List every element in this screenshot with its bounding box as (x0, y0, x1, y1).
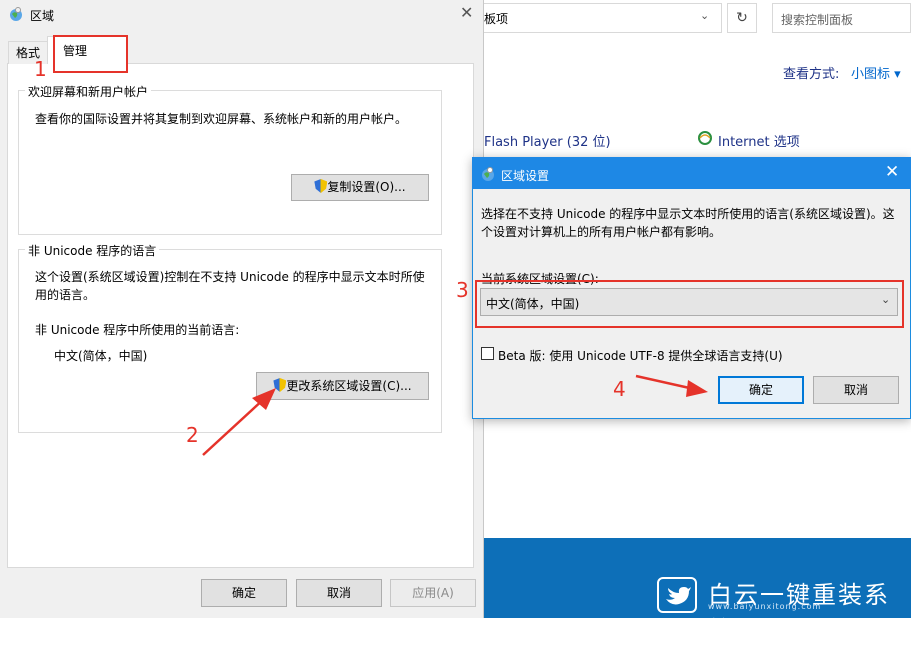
region-globe-icon (10, 7, 22, 21)
ok-button[interactable]: 确定 (201, 579, 287, 607)
copy-settings-button[interactable]: 复制设置(O)... (291, 174, 429, 201)
welcome-group-title: 欢迎屏幕和新用户帐户 (25, 83, 152, 100)
view-by-dropdown[interactable]: 小图标 ▾ (851, 63, 901, 82)
uac-shield-icon (273, 378, 287, 392)
bird-icon (657, 577, 697, 613)
current-language-label: 非 Unicode 程序中所使用的当前语言: (35, 323, 240, 337)
welcome-description: 查看你的国际设置并将其复制到欢迎屏幕、系统帐户和新的用户帐户。 (35, 112, 408, 126)
region-settings-title: 区域设置 (501, 169, 550, 183)
current-language-value: 中文(简体，中国) (54, 349, 148, 363)
internet-options-icon (698, 131, 712, 145)
annotation-box-manage-tab (53, 35, 128, 73)
change-system-locale-button[interactable]: 更改系统区域设置(C)... (256, 372, 429, 400)
region-globe-icon (482, 167, 494, 181)
cp-item-flash[interactable]: Flash Player (32 位) (484, 131, 611, 150)
non-unicode-description: 这个设置(系统区域设置)控制在不支持 Unicode 的程序中显示文本时所使用的… (35, 270, 425, 302)
beta-utf8-label: Beta 版: 使用 Unicode UTF-8 提供全球语言支持(U) (498, 349, 783, 363)
annotation-number-4: 4 (613, 377, 626, 401)
change-system-locale-label: 更改系统区域设置(C)... (286, 379, 412, 393)
annotation-number-3: 3 (456, 278, 469, 302)
close-icon[interactable]: ✕ (885, 162, 899, 182)
annotation-number-2: 2 (186, 423, 199, 447)
beta-utf8-checkbox[interactable] (481, 347, 494, 360)
region-dialog-title: 区域 (30, 9, 55, 23)
annotation-number-1: 1 (34, 57, 47, 81)
uac-shield-icon (314, 179, 328, 193)
search-input[interactable]: 搜索控制面板 (772, 3, 911, 33)
cancel-button[interactable]: 取消 (296, 579, 382, 607)
copy-settings-label: 复制设置(O)... (327, 180, 406, 194)
close-icon[interactable]: ✕ (460, 3, 473, 22)
view-by-label: 查看方式: (783, 67, 840, 82)
watermark-url: www.baiyunxitong.com (708, 602, 822, 611)
locale-description: 选择在不支持 Unicode 的程序中显示文本时所使用的语言(系统区域设置)。这… (481, 207, 895, 239)
address-text: 板项 (484, 12, 509, 26)
address-bar[interactable] (484, 3, 722, 33)
locale-ok-button[interactable]: 确定 (718, 376, 804, 404)
annotation-box-locale-select (475, 280, 904, 328)
apply-button[interactable]: 应用(A) (390, 579, 476, 607)
refresh-icon[interactable]: ↻ (727, 3, 757, 33)
chevron-down-icon[interactable]: ⌄ (700, 9, 709, 22)
locale-cancel-button[interactable]: 取消 (813, 376, 899, 404)
non-unicode-group-title: 非 Unicode 程序的语言 (25, 242, 160, 259)
cp-item-internet-options[interactable]: Internet 选项 (718, 131, 800, 150)
